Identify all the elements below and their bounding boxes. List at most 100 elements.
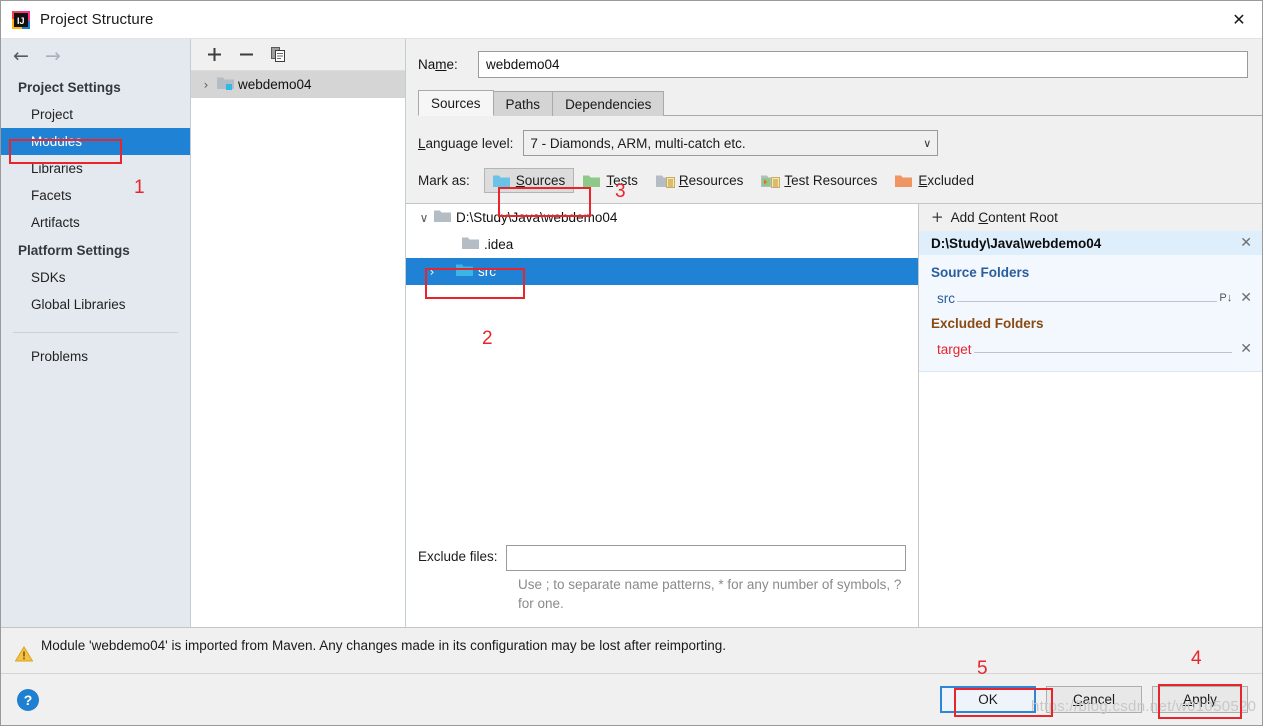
window-title: Project Structure	[40, 11, 154, 28]
language-level-select[interactable]: 7 - Diamonds, ARM, multi-catch etc. ∨	[523, 130, 939, 156]
roots-padding	[919, 357, 1262, 371]
modules-panel: › webdemo04	[191, 39, 406, 627]
svg-text:IJ: IJ	[17, 16, 25, 26]
exclude-files-input[interactable]	[505, 545, 906, 571]
sidebar-group-project-settings: Project Settings	[18, 80, 121, 95]
sources-body: ∨ D:\Study\Java\webdemo04 .idea › src Ex…	[406, 203, 1262, 627]
sidebar-item-modules[interactable]: Modules	[1, 128, 190, 155]
mark-as-sources-label: Sources	[515, 173, 566, 188]
language-level-label: Language level:	[418, 135, 514, 151]
tree-row-src[interactable]: › src	[406, 258, 918, 285]
add-content-root-button[interactable]: + Add Content Root	[919, 204, 1262, 231]
tree-idea-label: .idea	[484, 237, 514, 252]
mark-as-excluded-button[interactable]: Excluded	[886, 168, 983, 193]
language-level-value: 7 - Diamonds, ARM, multi-catch etc.	[530, 135, 746, 151]
language-level-row: Language level: 7 - Diamonds, ARM, multi…	[406, 116, 1262, 156]
tabs-filler	[663, 115, 1262, 116]
excluded-folder-name[interactable]: target	[937, 342, 972, 357]
content-root-path: D:\Study\Java\webdemo04	[931, 235, 1102, 251]
intellij-idea-icon: IJ	[11, 10, 31, 30]
excluded-folders-title: Excluded Folders	[931, 316, 1044, 331]
mark-as-label: Mark as:	[418, 173, 470, 188]
cancel-button[interactable]: Cancel	[1046, 686, 1142, 713]
sidebar-item-sdks[interactable]: SDKs	[1, 264, 190, 291]
tab-dependencies[interactable]: Dependencies	[552, 91, 665, 116]
folder-gray-icon	[434, 209, 451, 226]
source-folder-entry-src: src P↓ ✕	[919, 283, 1262, 306]
copy-module-button[interactable]	[265, 43, 291, 67]
folder-gray-icon	[462, 236, 479, 253]
mark-as-row: Mark as: Sources Tests Resources Test Re…	[406, 156, 1262, 203]
mark-as-excluded-label: Excluded	[918, 173, 974, 188]
source-folder-name[interactable]: src	[937, 291, 955, 306]
mark-as-resources-button[interactable]: Resources	[647, 168, 753, 193]
folder-test-resources-icon	[761, 174, 781, 188]
close-icon[interactable]: ✕	[1216, 1, 1262, 38]
exclude-files-label: Exclude files:	[418, 549, 498, 564]
settings-sidebar: ← → Project Settings Project Modules Lib…	[1, 39, 191, 627]
modules-toolbar	[191, 39, 405, 71]
folder-resources-icon	[655, 174, 675, 188]
module-folder-icon	[217, 76, 234, 93]
package-prefix-icon[interactable]: P↓	[1219, 292, 1234, 306]
apply-label: Apply	[1183, 692, 1217, 707]
tab-paths[interactable]: Paths	[492, 91, 554, 116]
sources-tab-content: Language level: 7 - Diamonds, ARM, multi…	[406, 116, 1262, 627]
forward-arrow-icon[interactable]: →	[45, 46, 61, 66]
mark-as-tests-label: Tests	[606, 173, 638, 188]
folder-excluded-icon	[895, 174, 913, 188]
module-detail-panel: Name: Sources Paths Dependencies Languag…	[406, 39, 1262, 627]
project-structure-dialog: IJ Project Structure ✕ ← → Project Setti…	[0, 0, 1263, 726]
content-tree-panel: ∨ D:\Study\Java\webdemo04 .idea › src Ex…	[406, 204, 919, 627]
chevron-down-icon: ∨	[923, 136, 932, 150]
dialog-body: ← → Project Settings Project Modules Lib…	[1, 39, 1262, 627]
excluded-folder-entry-target: target ✕	[919, 334, 1262, 357]
tab-sources[interactable]: Sources	[418, 90, 494, 116]
entry-dash-line	[973, 352, 1233, 353]
folder-sources-icon	[492, 174, 510, 188]
tree-src-expand-icon[interactable]: ›	[422, 265, 442, 279]
title-bar: IJ Project Structure ✕	[1, 1, 1262, 39]
mark-as-test-resources-button[interactable]: Test Resources	[752, 168, 886, 193]
folder-blue-icon	[456, 263, 473, 280]
apply-button[interactable]: Apply	[1152, 686, 1248, 713]
mark-as-sources-button[interactable]: Sources	[483, 168, 575, 193]
tree-row-idea[interactable]: .idea	[406, 231, 918, 258]
add-module-button[interactable]	[201, 43, 227, 67]
mark-as-test-resources-label: Test Resources	[784, 173, 878, 188]
sidebar-item-libraries[interactable]: Libraries	[1, 155, 190, 182]
tree-row-root[interactable]: ∨ D:\Study\Java\webdemo04	[406, 204, 918, 231]
module-expand-icon[interactable]: ›	[195, 78, 217, 92]
sidebar-item-artifacts[interactable]: Artifacts	[1, 209, 190, 236]
mark-as-tests-button[interactable]: Tests	[574, 168, 647, 193]
dialog-button-bar: ? OK Cancel Apply	[1, 673, 1262, 725]
content-tree: ∨ D:\Study\Java\webdemo04 .idea › src	[406, 204, 918, 535]
sidebar-item-facets[interactable]: Facets	[1, 182, 190, 209]
remove-source-folder-icon[interactable]: ✕	[1234, 290, 1252, 306]
maven-warning-text: Module 'webdemo04' is imported from Mave…	[41, 638, 726, 653]
remove-module-button[interactable]	[233, 43, 259, 67]
maven-warning-strip: Module 'webdemo04' is imported from Mave…	[1, 627, 1262, 673]
help-button[interactable]: ?	[17, 688, 39, 711]
remove-excluded-folder-icon[interactable]: ✕	[1234, 341, 1252, 357]
back-arrow-icon[interactable]: ←	[13, 46, 29, 66]
module-name-label: webdemo04	[238, 77, 312, 92]
tree-collapse-icon[interactable]: ∨	[414, 211, 434, 225]
module-name-input[interactable]	[478, 51, 1248, 78]
sidebar-item-project[interactable]: Project	[1, 101, 190, 128]
tree-src-label: src	[478, 264, 496, 279]
module-row-webdemo04[interactable]: › webdemo04	[191, 71, 405, 98]
sidebar-nav: ← →	[1, 39, 190, 73]
remove-content-root-icon[interactable]: ✕	[1234, 235, 1252, 251]
sidebar-item-problems[interactable]: Problems	[1, 343, 190, 370]
entry-dash-line	[957, 301, 1218, 302]
content-root-header: D:\Study\Java\webdemo04 ✕	[919, 231, 1262, 255]
modules-list: › webdemo04	[191, 71, 405, 627]
sidebar-item-global-libraries[interactable]: Global Libraries	[1, 291, 190, 318]
sidebar-group-platform-settings: Platform Settings	[18, 243, 130, 258]
ok-button[interactable]: OK	[940, 686, 1036, 713]
sidebar-divider	[13, 332, 178, 333]
exclude-files-row: Exclude files:	[406, 535, 918, 571]
exclude-files-hint: Use ; to separate name patterns, * for a…	[406, 571, 918, 623]
module-tabs: Sources Paths Dependencies	[418, 90, 1262, 116]
